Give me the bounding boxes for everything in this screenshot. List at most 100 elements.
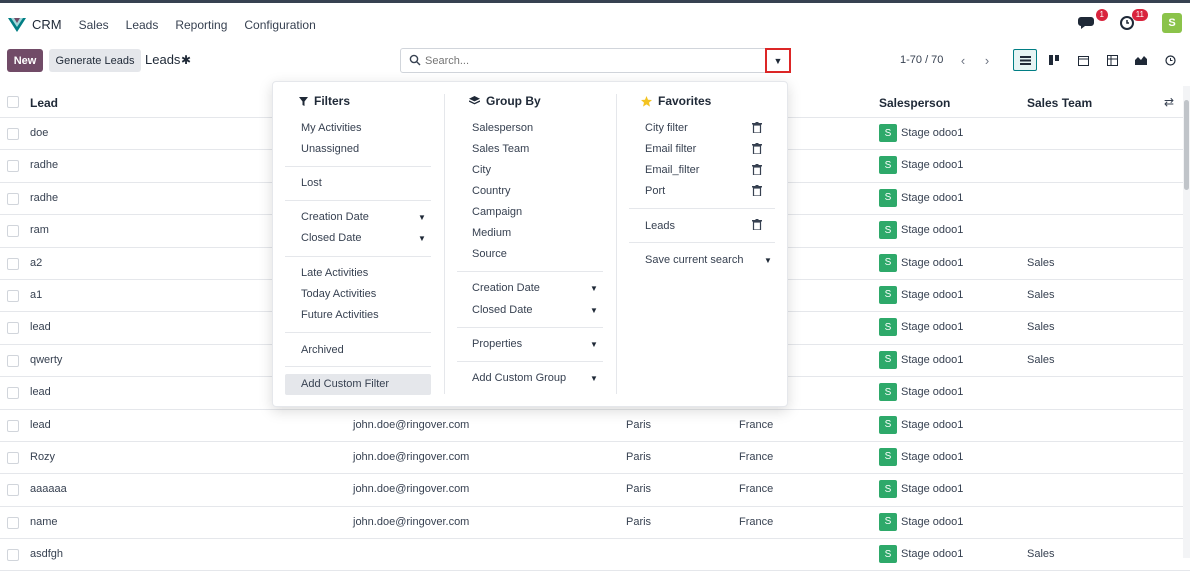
gear-icon[interactable]: ✱: [181, 53, 191, 67]
caret-down-icon[interactable]: ▼: [590, 340, 598, 349]
row-checkbox[interactable]: [7, 322, 19, 335]
lead-name: ram: [30, 224, 49, 237]
favorite-email-filter-2[interactable]: Email_filter: [645, 164, 699, 176]
lead-name: name: [30, 515, 58, 528]
scrollbar-thumb[interactable]: [1184, 100, 1189, 190]
group-city[interactable]: City: [472, 164, 491, 176]
caret-down-icon[interactable]: ▼: [590, 284, 598, 293]
row-checkbox[interactable]: [7, 549, 19, 562]
menu-reporting[interactable]: Reporting: [175, 18, 227, 32]
trash-icon[interactable]: [752, 164, 762, 175]
row-checkbox[interactable]: [7, 484, 19, 497]
salesperson-name: Stage odoo1: [901, 127, 964, 139]
salesperson-name: Stage odoo1: [901, 515, 964, 528]
kanban-view-button[interactable]: [1042, 49, 1066, 71]
messages-badge: 1: [1095, 9, 1108, 21]
trash-icon[interactable]: [752, 143, 762, 154]
row-checkbox[interactable]: [7, 192, 19, 205]
group-campaign[interactable]: Campaign: [472, 206, 522, 218]
group-properties[interactable]: Properties: [472, 338, 522, 350]
salesperson-cell: S Stage odoo1: [879, 318, 963, 337]
filter-closed-date[interactable]: Closed Date: [301, 232, 362, 244]
row-checkbox[interactable]: [7, 419, 19, 432]
favorite-city-filter[interactable]: City filter: [645, 122, 688, 134]
caret-down-icon[interactable]: ▼: [590, 306, 598, 315]
column-salesperson[interactable]: Salesperson: [879, 96, 950, 110]
filter-unassigned[interactable]: Unassigned: [301, 143, 359, 155]
group-salesperson[interactable]: Salesperson: [472, 122, 533, 134]
filter-creation-date[interactable]: Creation Date: [301, 211, 369, 223]
menu-sales[interactable]: Sales: [79, 18, 109, 32]
row-checkbox[interactable]: [7, 128, 19, 140]
graph-view-button[interactable]: [1129, 49, 1153, 71]
table-row[interactable]: name john.doe@ringover.com Paris France S Sta…: [0, 507, 1190, 540]
trash-icon[interactable]: [752, 185, 762, 196]
filter-today-activities[interactable]: Today Activities: [301, 288, 376, 300]
row-checkbox[interactable]: [7, 257, 19, 270]
salesperson-cell: S Stage odoo1: [879, 512, 964, 531]
row-checkbox[interactable]: [7, 354, 19, 367]
trash-icon[interactable]: [752, 219, 762, 230]
column-options-icon[interactable]: ⇄: [1164, 95, 1174, 109]
save-current-search-toggle[interactable]: Save current search: [645, 254, 743, 266]
caret-down-icon[interactable]: ▼: [764, 256, 772, 265]
favorite-leads[interactable]: Leads: [645, 220, 675, 232]
pager-next-button[interactable]: ›: [977, 49, 997, 71]
menu-configuration[interactable]: Configuration: [244, 18, 315, 32]
chevron-right-icon: ›: [984, 52, 990, 68]
filter-archived[interactable]: Archived: [301, 344, 344, 356]
pager-value[interactable]: 1-70 / 70: [900, 54, 943, 66]
calendar-view-button[interactable]: [1071, 49, 1095, 71]
crm-logo-icon[interactable]: [8, 17, 26, 32]
messages-button[interactable]: 1: [1078, 9, 1108, 33]
filter-lost[interactable]: Lost: [301, 177, 322, 189]
salesperson-name: Stage odoo1: [901, 353, 964, 366]
group-closed-date[interactable]: Closed Date: [472, 304, 533, 316]
select-all-checkbox[interactable]: [7, 96, 19, 108]
table-row[interactable]: lead john.doe@ringover.com Paris France S Sta…: [0, 410, 1190, 442]
add-custom-group-select[interactable]: Add Custom Group: [472, 372, 566, 384]
search-bar[interactable]: [400, 48, 791, 73]
search-input[interactable]: [425, 52, 755, 70]
row-checkbox[interactable]: [7, 289, 19, 302]
new-button[interactable]: New: [7, 49, 43, 72]
search-options-toggle[interactable]: ▼: [765, 48, 791, 73]
activities-button[interactable]: 11: [1118, 9, 1148, 33]
caret-down-icon[interactable]: ▼: [590, 374, 598, 383]
app-name[interactable]: CRM: [32, 17, 62, 32]
list-view-button[interactable]: [1013, 49, 1037, 71]
favorite-email-filter[interactable]: Email filter: [645, 143, 696, 155]
generate-leads-button[interactable]: Generate Leads: [49, 49, 141, 72]
row-checkbox[interactable]: [7, 451, 19, 464]
row-checkbox[interactable]: [7, 387, 19, 400]
filter-my-activities[interactable]: My Activities: [301, 122, 362, 134]
column-sales-team[interactable]: Sales Team: [1027, 96, 1092, 110]
row-checkbox[interactable]: [7, 160, 19, 173]
salesperson-name: Stage odoo1: [901, 159, 964, 172]
caret-down-icon[interactable]: ▼: [418, 213, 426, 222]
table-row[interactable]: Rozy john.doe@ringover.com Paris France S Sta…: [0, 442, 1190, 475]
group-medium[interactable]: Medium: [472, 227, 511, 239]
row-checkbox[interactable]: [7, 225, 19, 238]
pager-previous-button[interactable]: ‹: [953, 49, 973, 71]
clock-outline-icon: [1164, 54, 1176, 66]
filter-future-activities[interactable]: Future Activities: [301, 309, 379, 321]
salesperson-cell: S Stage odoo1: [879, 415, 963, 434]
add-custom-filter-button[interactable]: Add Custom Filter: [301, 378, 389, 390]
menu-leads[interactable]: Leads: [126, 18, 159, 32]
row-checkbox[interactable]: [7, 516, 19, 529]
filter-late-activities[interactable]: Late Activities: [301, 267, 368, 279]
column-lead[interactable]: Lead: [30, 96, 58, 110]
user-avatar[interactable]: S: [1162, 13, 1182, 33]
caret-down-icon[interactable]: ▼: [418, 234, 426, 243]
pivot-view-button[interactable]: [1100, 49, 1124, 71]
group-sales-team[interactable]: Sales Team: [472, 143, 529, 155]
group-creation-date[interactable]: Creation Date: [472, 282, 540, 294]
group-country[interactable]: Country: [472, 185, 511, 197]
table-row[interactable]: aaaaaa john.doe@ringover.com Paris France S S…: [0, 474, 1190, 507]
trash-icon[interactable]: [752, 122, 762, 133]
group-source[interactable]: Source: [472, 248, 507, 260]
activity-view-button[interactable]: [1158, 49, 1182, 71]
favorite-port[interactable]: Port: [645, 185, 665, 197]
table-row[interactable]: asdfgh S Stage odoo1 Sales: [0, 539, 1190, 571]
